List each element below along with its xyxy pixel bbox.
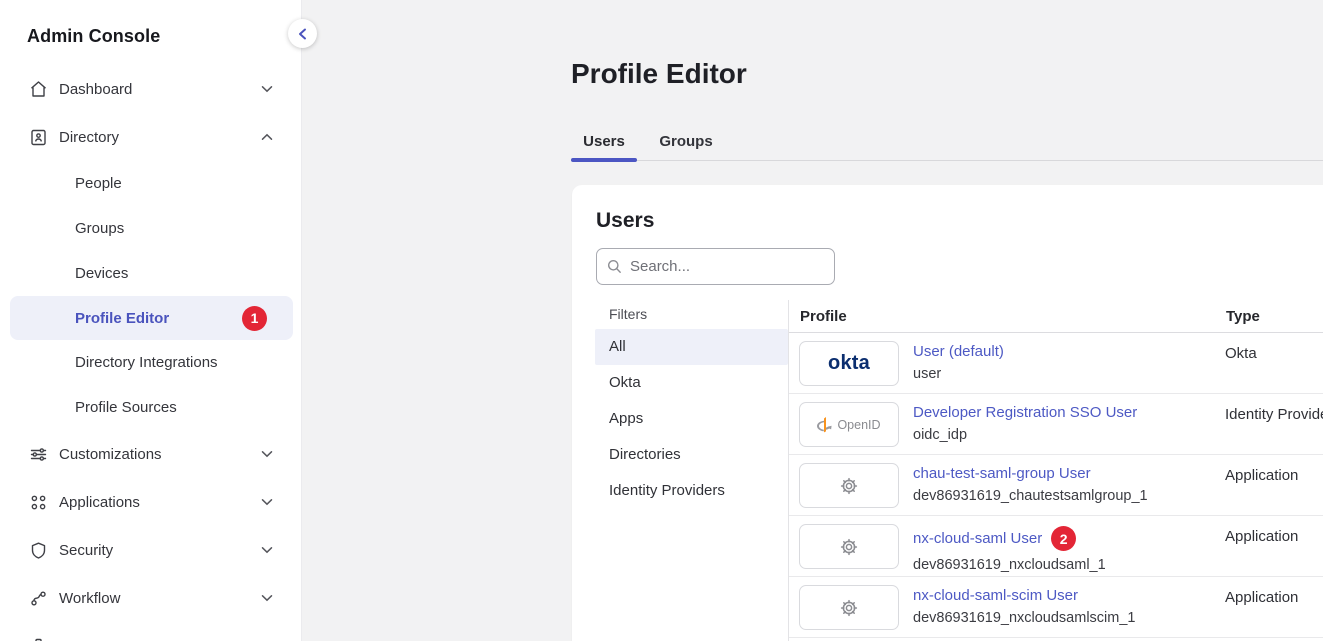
- chevron-up-icon: [261, 131, 273, 143]
- sidebar-item-label: Devices: [75, 265, 128, 282]
- chevron-down-icon: [261, 496, 273, 508]
- home-icon: [29, 80, 48, 99]
- profile-type: Okta: [1225, 333, 1257, 393]
- id-card-icon: [29, 128, 48, 147]
- table-row: okta User (default) user Okta: [789, 333, 1323, 394]
- profile-type: Application: [1225, 577, 1298, 637]
- table-row: OpenID Developer Registration SSO User o…: [789, 394, 1323, 455]
- filter-identity-providers[interactable]: Identity Providers: [595, 473, 788, 509]
- chevron-down-icon: [261, 448, 273, 460]
- sidebar-nav: Dashboard Directory People Groups Device…: [0, 65, 301, 641]
- users-card-heading: Users: [596, 209, 654, 233]
- filters-panel: Filters All Okta Apps Directories Identi…: [595, 300, 788, 509]
- sidebar-item-directory[interactable]: Directory: [0, 113, 301, 161]
- sidebar-item-label: Customizations: [59, 446, 261, 463]
- filter-directories[interactable]: Directories: [595, 437, 788, 473]
- table-row: nx-cloud-saml User 2 dev86931619_nxcloud…: [789, 516, 1323, 577]
- tab-users[interactable]: Users: [571, 122, 637, 160]
- openid-glyph: [817, 416, 833, 434]
- app-title: Admin Console: [27, 26, 160, 47]
- sidebar: Admin Console Dashboard Directory People…: [0, 0, 302, 641]
- sidebar-item-label: Applications: [59, 494, 261, 511]
- profile-type: Identity Provider: [1225, 394, 1323, 454]
- sidebar-item-dashboard[interactable]: Dashboard: [0, 65, 301, 113]
- flow-icon: [29, 589, 48, 608]
- sidebar-item-label: Workflow: [59, 590, 261, 607]
- profile-subtext: dev86931619_nxcloudsamlscim_1: [913, 610, 1225, 626]
- gear-icon: [799, 463, 899, 508]
- gear-icon: [799, 524, 899, 569]
- profile-type: Application: [1225, 516, 1298, 576]
- sidebar-item-label: Directory: [59, 129, 261, 146]
- sidebar-item-groups[interactable]: Groups: [0, 206, 301, 251]
- filter-apps[interactable]: Apps: [595, 401, 788, 437]
- table-row: nx-cloud-saml-scim User dev86931619_nxcl…: [789, 577, 1323, 638]
- sidebar-item-people[interactable]: People: [0, 161, 301, 206]
- sidebar-item-label: Security: [59, 542, 261, 559]
- table-row: chau-test-saml-group User dev86931619_ch…: [789, 455, 1323, 516]
- filter-all[interactable]: All: [595, 329, 788, 365]
- sidebar-item-label: Groups: [75, 220, 124, 237]
- chevron-down-icon: [261, 592, 273, 604]
- sidebar-item-label: Dashboard: [59, 81, 261, 98]
- sidebar-item-security[interactable]: Security: [0, 526, 301, 574]
- profile-link[interactable]: nx-cloud-saml User 2: [913, 526, 1225, 551]
- active-tab-underline: [571, 158, 637, 162]
- sidebar-item-label: People: [75, 175, 122, 192]
- gear-icon: [799, 585, 899, 630]
- profile-subtext: dev86931619_nxcloudsaml_1: [913, 557, 1225, 573]
- filters-heading: Filters: [595, 300, 788, 329]
- sidebar-item-workflow[interactable]: Workflow: [0, 574, 301, 622]
- sidebar-item-directory-integrations[interactable]: Directory Integrations: [0, 340, 301, 385]
- chevron-down-icon: [261, 83, 273, 95]
- search-input[interactable]: [630, 258, 829, 275]
- okta-logo: okta: [799, 341, 899, 386]
- sidebar-item-profile-sources[interactable]: Profile Sources: [0, 385, 301, 430]
- profile-type: Application: [1225, 455, 1298, 515]
- sidebar-item-applications[interactable]: Applications: [0, 478, 301, 526]
- sliders-icon: [29, 445, 48, 464]
- profile-subtext: dev86931619_chautestsamlgroup_1: [913, 488, 1225, 504]
- search-icon: [607, 259, 622, 274]
- profile-link[interactable]: User (default): [913, 343, 1225, 360]
- sidebar-item-customizations[interactable]: Customizations: [0, 430, 301, 478]
- openid-logo: OpenID: [799, 402, 899, 447]
- profile-subtext: oidc_idp: [913, 427, 1225, 443]
- sidebar-item-label: Profile Editor: [75, 310, 169, 327]
- tab-groups[interactable]: Groups: [645, 122, 727, 160]
- profile-link[interactable]: Developer Registration SSO User: [913, 404, 1225, 421]
- tab-divider: [571, 160, 1323, 161]
- annotation-step-badge: 2: [1051, 526, 1076, 551]
- chevron-down-icon: [261, 544, 273, 556]
- sidebar-item-label: Directory Integrations: [75, 354, 218, 371]
- reports-icon: [29, 637, 48, 641]
- profile-link[interactable]: chau-test-saml-group User: [913, 465, 1225, 482]
- grid-dots-icon: [29, 493, 48, 512]
- chevron-left-icon: [298, 28, 307, 40]
- profile-subtext: user: [913, 366, 1225, 382]
- table-header-row: Profile Type: [789, 300, 1323, 333]
- sidebar-collapse-button[interactable]: [288, 19, 317, 48]
- sidebar-item-label: Profile Sources: [75, 399, 177, 416]
- column-header-profile: Profile: [800, 308, 1226, 325]
- main-content: Profile Editor Users Groups Users Filter…: [302, 0, 1323, 641]
- profile-link[interactable]: nx-cloud-saml-scim User: [913, 587, 1225, 604]
- filter-okta[interactable]: Okta: [595, 365, 788, 401]
- column-header-type: Type: [1226, 308, 1260, 325]
- sidebar-item-partial[interactable]: [0, 622, 301, 641]
- search-box[interactable]: [596, 248, 835, 285]
- annotation-step-badge: 1: [242, 306, 267, 331]
- page-title: Profile Editor: [571, 58, 747, 90]
- tab-bar: Users Groups: [571, 122, 727, 160]
- users-card: Users Filters All Okta Apps Directories …: [572, 185, 1323, 641]
- shield-icon: [29, 541, 48, 560]
- sidebar-item-profile-editor[interactable]: Profile Editor 1: [10, 296, 293, 340]
- sidebar-item-devices[interactable]: Devices: [0, 251, 301, 296]
- profiles-table: Profile Type okta User (default) user Ok…: [789, 300, 1323, 638]
